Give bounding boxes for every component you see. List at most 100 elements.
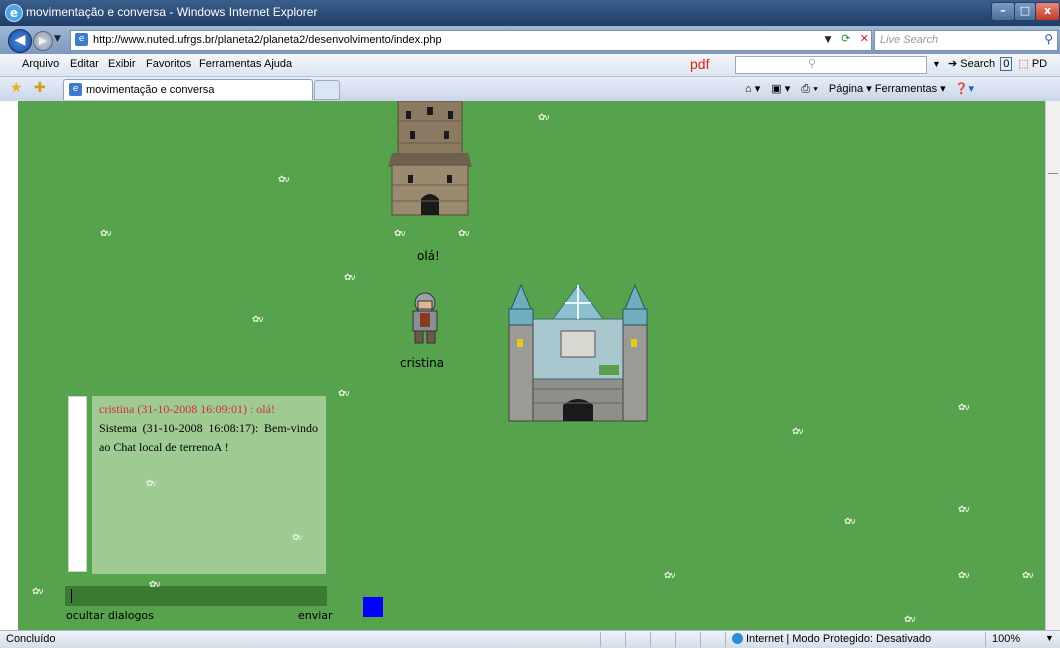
zoom-dropdown-icon[interactable]: ▼	[1045, 633, 1054, 643]
hide-dialogs-link[interactable]: ocultar dialogos	[66, 609, 154, 622]
grass-tuft: ✿ν	[146, 478, 157, 488]
send-button[interactable]: enviar	[298, 609, 333, 622]
grass-tuft: ✿ν	[958, 505, 970, 515]
grass-tuft: ✿ν	[100, 229, 112, 239]
security-zone[interactable]: Internet | Modo Protegido: Desativado	[746, 633, 931, 645]
zoom-level[interactable]: 100%	[992, 633, 1020, 645]
grass-tuft: ✿ν	[149, 580, 161, 590]
tab-active[interactable]: e movimentação e conversa	[63, 79, 313, 100]
menu-ajuda[interactable]: Ajuda	[264, 58, 292, 70]
grass-tuft: ✿ν	[538, 113, 550, 123]
address-tools: ▼ ⟳ ✕	[825, 32, 869, 45]
window-title: movimentação e conversa - Windows Intern…	[26, 5, 318, 19]
page-left-margin	[0, 101, 18, 630]
print-icon[interactable]: ⎙ ▾	[801, 83, 817, 95]
stop-icon[interactable]: ✕	[860, 32, 869, 45]
speech-bubble: olá!	[417, 249, 440, 263]
status-divider	[675, 632, 676, 647]
close-button[interactable]: x	[1035, 2, 1060, 21]
page-tools-menu[interactable]: Página ▾ Ferramentas ▾	[829, 83, 946, 95]
player-avatar[interactable]	[405, 291, 445, 347]
back-button[interactable]: ◀	[8, 29, 32, 53]
status-divider	[650, 632, 651, 647]
game-world[interactable]: ✿ν ✿ν ✿ν ✿ν ✿ν ✿ν ✿ν ✿ν ✿ν ✿ν ✿ν ✿ν ✿ν ✿…	[18, 101, 1045, 630]
address-toolbar: ◀ ▶ ▼ e http://www.nuted.ufrgs.br/planet…	[0, 26, 1060, 54]
status-divider	[700, 632, 701, 647]
grass-tuft: ✿ν	[958, 571, 970, 581]
address-dropdown-icon[interactable]: ▼	[825, 35, 832, 45]
chat-message: cristina (31-10-2008 16:09:01) : olá!	[99, 402, 275, 416]
search-button[interactable]: Search	[960, 58, 995, 70]
grass-tuft: ✿ν	[792, 427, 804, 437]
refresh-icon[interactable]: ⟳	[841, 32, 850, 45]
grass-tuft: ✿ν	[458, 229, 470, 239]
status-divider	[600, 632, 601, 647]
text-caret	[71, 589, 72, 603]
maximize-button[interactable]: □	[1014, 2, 1036, 21]
feeds-icon[interactable]: ▣ ▾	[771, 83, 790, 95]
grass-tuft: ✿ν	[844, 517, 856, 527]
search-go-icon[interactable]: ➔	[948, 58, 957, 70]
status-divider	[985, 632, 986, 647]
player-name: cristina	[400, 356, 445, 370]
grass-tuft: ✿ν	[292, 532, 303, 542]
search-dropdown-icon[interactable]: ▼	[932, 59, 941, 69]
add-favorite-icon[interactable]: ✚	[34, 80, 46, 96]
address-url[interactable]: http://www.nuted.ufrgs.br/planeta2/plane…	[93, 34, 442, 46]
internet-globe-icon	[732, 633, 743, 644]
page-icon: e	[75, 33, 88, 46]
scrollbar-thumb[interactable]	[1048, 173, 1058, 174]
grass-tuft: ✿ν	[664, 571, 676, 581]
grass-tuft: ✿ν	[338, 389, 350, 399]
home-icon[interactable]: ⌂ ▾	[745, 83, 760, 95]
grass-tuft: ✿ν	[394, 229, 406, 239]
tab-bar: ★ ✚ e movimentação e conversa ⌂ ▾ ▣ ▾ ⎙ …	[0, 77, 1060, 102]
grass-tuft: ✿ν	[32, 587, 44, 597]
grass-tuft: ✿ν	[1022, 571, 1034, 581]
ie-logo-icon: e	[5, 4, 23, 22]
status-divider	[725, 632, 726, 647]
grass-tuft: ✿ν	[252, 315, 264, 325]
search-icon[interactable]: ⚲	[1044, 32, 1053, 46]
grass-tuft: ✿ν	[278, 175, 290, 185]
blue-marker[interactable]	[363, 597, 383, 617]
address-bar[interactable]: e http://www.nuted.ufrgs.br/planeta2/pla…	[70, 30, 872, 51]
menu-favoritos[interactable]: Favoritos	[146, 58, 191, 70]
counter-badge[interactable]: 0	[1000, 57, 1013, 71]
toolbar-right: ▼ ➔ Search 0 ⬚ PD	[932, 57, 1047, 71]
tab-page-icon: e	[69, 83, 82, 96]
tab-label: movimentação e conversa	[86, 84, 215, 96]
menu-arquivo[interactable]: Arquivo	[22, 58, 59, 70]
status-text: Concluído	[6, 633, 56, 645]
toolbar-search-input[interactable]: ⚲	[735, 56, 927, 74]
chat-scrollbar[interactable]	[68, 396, 87, 572]
chat-message: Sistema (31-10-2008 16:08:17): Bem-vindo…	[99, 421, 318, 454]
pd-label[interactable]: PD	[1032, 58, 1047, 70]
menu-bar: Arquivo Editar Exibir Favoritos Ferramen…	[0, 54, 1060, 77]
chat-log: cristina (31-10-2008 16:09:01) : olá! Si…	[92, 396, 326, 574]
menu-editar[interactable]: Editar	[70, 58, 99, 70]
toolbar-search-icon: ⚲	[808, 57, 817, 70]
menu-ferramentas[interactable]: Ferramentas	[199, 58, 261, 70]
history-dropdown-icon[interactable]: ▼	[54, 34, 61, 44]
grass-tuft: ✿ν	[344, 273, 356, 283]
status-bar: Concluído Internet | Modo Protegido: Des…	[0, 630, 1060, 648]
tower-sprite	[388, 101, 472, 216]
search-placeholder: Live Search	[880, 34, 939, 46]
live-search-box[interactable]: Live Search ⚲	[874, 30, 1058, 51]
forward-button[interactable]: ▶	[33, 31, 53, 51]
window-title-bar: e movimentação e conversa - Windows Inte…	[0, 0, 1060, 26]
castle-building[interactable]	[503, 279, 653, 425]
pdf-icon[interactable]: ⬚	[1018, 58, 1028, 70]
chat-input[interactable]: ✿ν	[65, 580, 327, 606]
grass-tuft: ✿ν	[904, 615, 916, 625]
grass-tuft: ✿ν	[958, 403, 970, 413]
minimize-button[interactable]: –	[991, 2, 1015, 21]
pdf-button[interactable]: pdf	[690, 56, 709, 72]
page-scrollbar[interactable]	[1045, 101, 1060, 630]
new-tab-button[interactable]	[314, 80, 340, 100]
help-icon[interactable]: ❓▾	[955, 83, 974, 95]
menu-exibir[interactable]: Exibir	[108, 58, 136, 70]
favorites-star-icon[interactable]: ★	[10, 80, 23, 96]
command-bar: ⌂ ▾ ▣ ▾ ⎙ ▾ Página ▾ Ferramentas ▾ ❓▾	[745, 82, 974, 96]
